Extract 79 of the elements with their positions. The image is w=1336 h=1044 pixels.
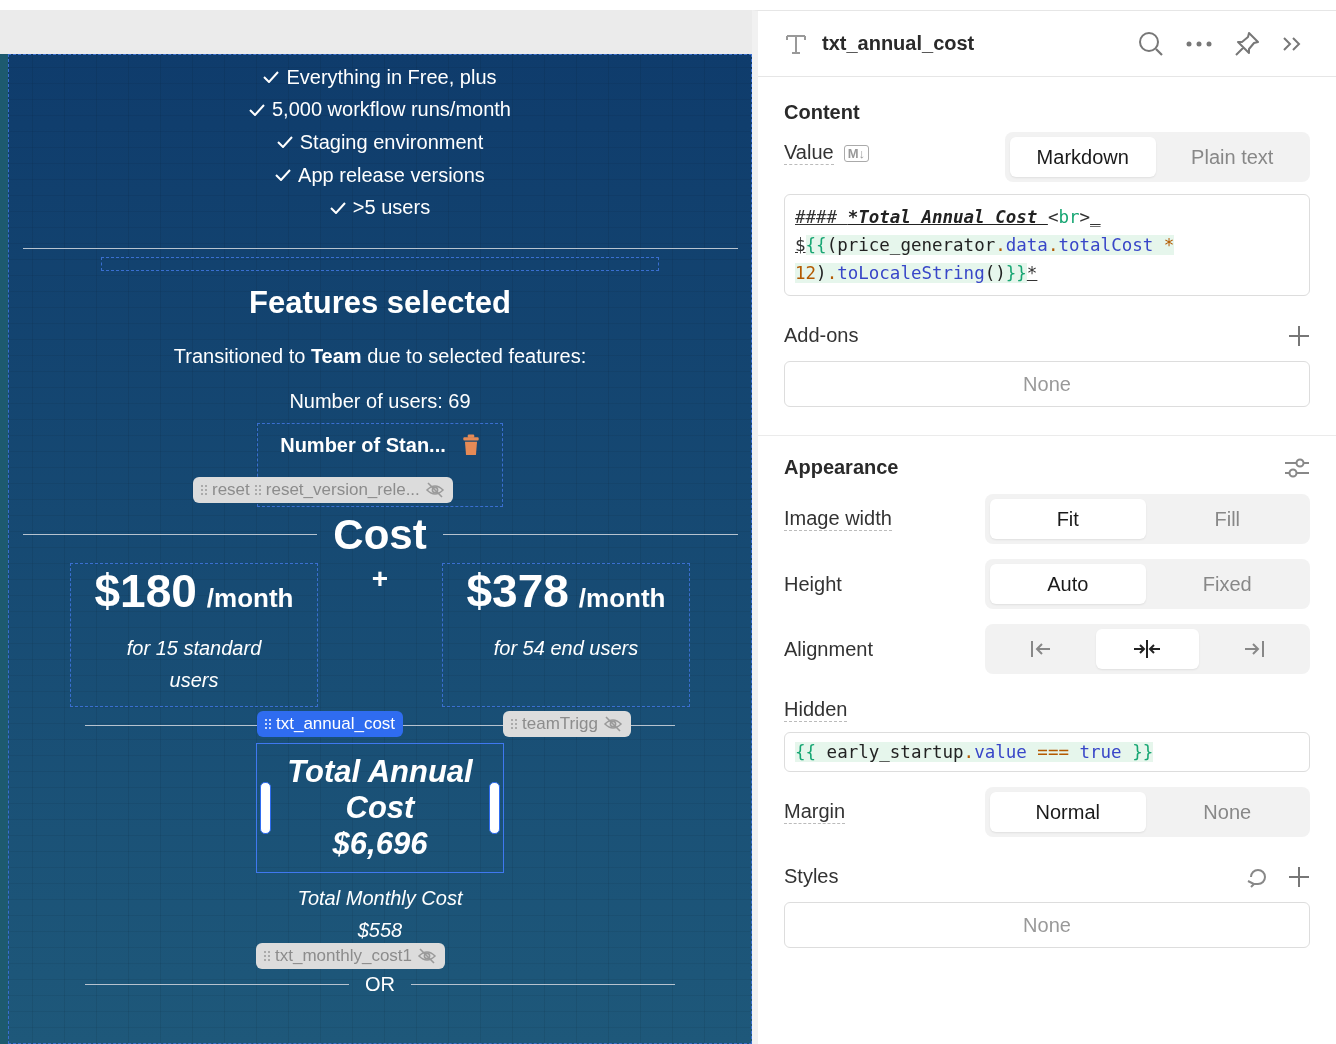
pin-icon[interactable]: [1234, 30, 1260, 57]
feature-text: App release versions: [298, 163, 485, 187]
field-label: Add-ons: [784, 324, 859, 347]
section-heading: Cost: [333, 510, 427, 559]
add-icon[interactable]: [1288, 865, 1310, 888]
transition-text: Transitioned to Team due to selected features:: [173, 344, 587, 368]
align-left-icon: [1030, 639, 1053, 659]
check-icon: [263, 71, 280, 84]
component-tag[interactable]: txt_monthly_cost1: [256, 942, 445, 969]
divider-label: OR: [365, 972, 395, 996]
align-center-icon: [1133, 639, 1162, 659]
price-note: for 15 standard users: [125, 635, 263, 693]
code-field[interactable]: {{ early_startup.value === true }}: [784, 732, 1310, 772]
field-label: Number of Stan...: [280, 433, 446, 457]
price-period: /month: [578, 582, 666, 614]
add-icon[interactable]: [1288, 324, 1310, 347]
component-tag[interactable]: txt_annual_cost: [257, 710, 404, 737]
users-count-text: Number of users: 69: [289, 389, 471, 413]
search-icon[interactable]: [1138, 30, 1164, 57]
resize-handle[interactable]: [489, 781, 500, 834]
alignment-tab[interactable]: [1096, 629, 1199, 669]
feature-text: >5 users: [352, 196, 431, 220]
resize-handle[interactable]: [260, 781, 271, 834]
field-label: Alignment: [784, 637, 873, 661]
mode-tab[interactable]: Markdown: [1010, 137, 1156, 177]
check-icon: [249, 103, 265, 116]
plus-sign: +: [371, 562, 389, 596]
empty-list-field[interactable]: None: [784, 361, 1310, 407]
component-name[interactable]: txt_annual_cost: [822, 32, 975, 55]
field-label: Height: [784, 572, 842, 596]
section-heading: Content: [784, 101, 861, 124]
hidden-eye-icon: [602, 715, 623, 732]
monthly-cost-text: Total Monthly Cost: [297, 886, 463, 911]
feature-text: Staging environment: [299, 131, 484, 154]
section-heading: Appearance: [784, 456, 899, 479]
price-period: /month: [206, 582, 294, 614]
field-label: Value: [784, 141, 834, 165]
drag-handle-icon: [264, 950, 270, 961]
monthly-cost-text: $558: [357, 918, 403, 943]
align-right-icon: [1242, 639, 1265, 659]
price-note: for 54 end users: [493, 635, 639, 661]
price-amount: $378: [466, 563, 569, 618]
field-label: Margin: [784, 800, 846, 824]
field-label: Styles: [784, 865, 839, 888]
annual-cost-text: $6,696: [332, 825, 428, 862]
text-component[interactable]: Total Annual Cost $6,696: [256, 742, 504, 873]
option-tab[interactable]: Fill: [1149, 499, 1305, 539]
drag-handle-icon: [265, 718, 271, 729]
hidden-eye-icon: [417, 947, 437, 964]
annual-cost-text: Cost: [345, 789, 415, 826]
mode-tab[interactable]: Plain text: [1159, 137, 1305, 177]
trash-icon[interactable]: [461, 433, 480, 456]
empty-list-field[interactable]: None: [784, 902, 1310, 948]
sliders-icon[interactable]: [1284, 456, 1310, 479]
option-tab[interactable]: Normal: [990, 792, 1146, 832]
hidden-eye-icon: [424, 481, 445, 498]
markdown-badge: M↓: [843, 144, 869, 162]
code-editor[interactable]: #### *Total Annual Cost <br>_ ${{(price_generator.data.totalCost * 12).toLocaleString()}}*: [784, 194, 1310, 296]
check-icon: [329, 201, 346, 214]
option-tab[interactable]: Fixed: [1149, 564, 1305, 604]
field-label: Hidden: [784, 698, 848, 722]
drag-handle-icon: [201, 484, 207, 495]
field-label: Image width: [784, 507, 892, 531]
option-tab[interactable]: None: [1149, 792, 1305, 832]
drag-handle-icon: [511, 718, 517, 729]
more-icon[interactable]: [1186, 40, 1212, 47]
price-amount: $180: [94, 563, 197, 618]
check-icon: [276, 136, 293, 149]
option-tab[interactable]: Fit: [990, 499, 1146, 539]
feature-text: Everything in Free, plus: [286, 65, 497, 89]
check-icon: [275, 169, 292, 182]
component-tag[interactable]: reset reset_version_rele...: [193, 476, 453, 503]
option-tab[interactable]: Auto: [990, 564, 1146, 604]
drag-handle-icon: [254, 484, 261, 495]
component-tag[interactable]: teamTrigg: [503, 710, 631, 737]
collapse-icon[interactable]: [1282, 35, 1302, 52]
annual-cost-text: Total Annual: [287, 753, 473, 790]
section-heading: Features selected: [249, 284, 511, 321]
feature-text: 5,000 workflow runs/month: [272, 98, 511, 122]
